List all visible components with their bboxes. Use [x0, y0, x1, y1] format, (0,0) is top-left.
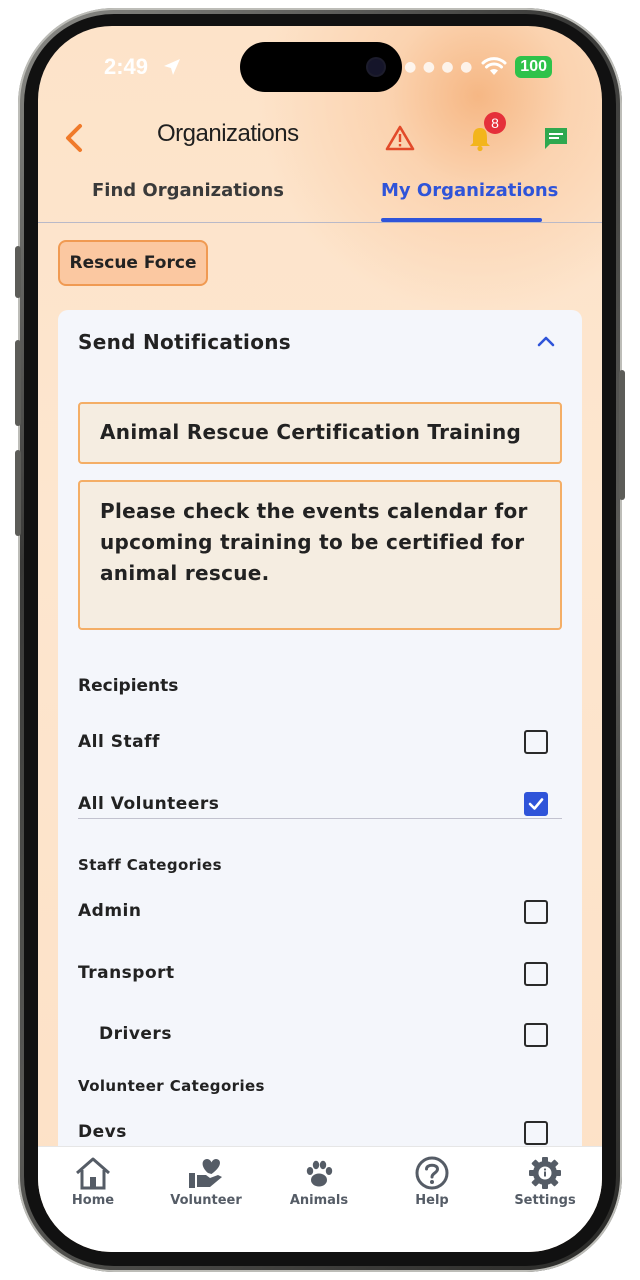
volume-up-button	[15, 340, 21, 426]
devs-checkbox[interactable]	[524, 1121, 548, 1145]
status-time: 2:49	[104, 54, 149, 79]
notification-title-input[interactable]: Animal Rescue Certification Training	[78, 402, 562, 464]
notification-message-input[interactable]: Please check the events calendar for upc…	[78, 480, 562, 630]
divider	[78, 818, 562, 819]
staff-category-transport-label: Transport	[78, 963, 175, 983]
staff-category-drivers-label: Drivers	[99, 1024, 172, 1044]
dynamic-island	[240, 42, 402, 92]
nav-volunteer[interactable]: Volunteer	[161, 1155, 251, 1208]
tab-find-organizations[interactable]: Find Organizations	[92, 180, 284, 201]
organization-chip[interactable]: Rescue Force	[58, 240, 208, 286]
page-title: Organizations	[157, 120, 299, 147]
signal-icon: ● ● ● ●	[404, 59, 474, 75]
admin-checkbox[interactable]	[524, 900, 548, 924]
bottom-navigation: Home Volunteer Animals Help Settings	[38, 1146, 602, 1252]
nav-help[interactable]: Help	[387, 1155, 477, 1208]
chevron-up-icon[interactable]	[536, 334, 556, 348]
status-indicators: ● ● ● ● 100	[404, 56, 552, 78]
front-camera	[368, 59, 384, 75]
recipients-label: Recipients	[78, 676, 179, 696]
recipient-all-staff-label: All Staff	[78, 732, 160, 752]
back-chevron-icon[interactable]	[60, 118, 90, 158]
notification-count-badge: 8	[484, 112, 506, 134]
drivers-checkbox[interactable]	[524, 1023, 548, 1047]
chat-icon[interactable]	[540, 122, 572, 154]
active-tab-indicator	[381, 218, 542, 222]
mute-switch	[15, 246, 21, 298]
recipient-all-volunteers-label: All Volunteers	[78, 794, 220, 814]
org-tabs: Find Organizations My Organizations	[38, 172, 602, 223]
battery-indicator: 100	[515, 56, 552, 78]
section-title: Send Notifications	[78, 330, 291, 354]
all-staff-checkbox[interactable]	[524, 730, 548, 754]
nav-animals[interactable]: Animals	[274, 1155, 364, 1208]
send-notifications-card: Send Notifications Animal Rescue Certifi…	[58, 310, 582, 1210]
app-header: Organizations 8	[38, 112, 602, 172]
nav-help-label: Help	[415, 1193, 449, 1208]
nav-volunteer-label: Volunteer	[170, 1193, 242, 1208]
home-icon	[76, 1157, 110, 1190]
checkmark-icon	[528, 798, 544, 810]
wifi-icon	[481, 57, 507, 75]
nav-home-label: Home	[71, 1193, 115, 1208]
app-screen: 2:49 ● ● ● ● 100 Organizations 8 Find Or…	[38, 26, 602, 1252]
settings-icon	[529, 1157, 561, 1189]
volunteer-category-devs-label: Devs	[78, 1122, 127, 1142]
nav-settings-label: Settings	[514, 1193, 576, 1208]
volume-down-button	[15, 450, 21, 536]
volunteer-icon	[189, 1159, 222, 1188]
paw-icon	[306, 1160, 333, 1187]
nav-animals-label: Animals	[289, 1193, 349, 1208]
help-icon	[415, 1156, 449, 1190]
location-arrow-icon	[164, 59, 180, 75]
staff-categories-label: Staff Categories	[78, 856, 222, 874]
power-button	[619, 370, 625, 500]
staff-category-admin-label: Admin	[78, 901, 142, 921]
all-volunteers-checkbox[interactable]	[524, 792, 548, 816]
alert-triangle-icon[interactable]	[384, 122, 416, 154]
volunteer-categories-label: Volunteer Categories	[78, 1077, 265, 1095]
nav-home[interactable]: Home	[48, 1155, 138, 1208]
tab-my-organizations[interactable]: My Organizations	[381, 180, 558, 201]
transport-checkbox[interactable]	[524, 962, 548, 986]
nav-settings[interactable]: Settings	[500, 1155, 590, 1208]
